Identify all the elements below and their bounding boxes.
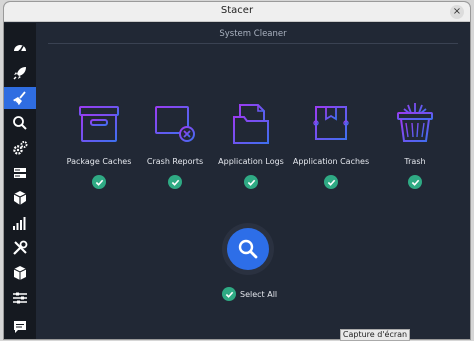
scan-button-halo [222,223,274,275]
tools-icon [13,240,28,255]
checkmark-icon [225,291,233,298]
sidebar-item-dashboard[interactable] [4,37,36,59]
window-title: Stacer [220,5,254,16]
category-checkbox[interactable] [324,175,338,189]
select-all-toggle[interactable]: Select All [222,287,277,301]
search-icon [238,239,258,259]
application-caches-icon [313,106,349,140]
category-checkbox[interactable] [168,175,182,189]
select-all-checkbox[interactable] [222,287,236,301]
checkmark-icon [327,179,335,186]
sidebar-item-processes[interactable] [4,162,36,184]
sidebar-item-startup[interactable] [4,62,36,84]
package-caches-icon [79,106,119,142]
sidebar-item-apt-repository[interactable] [4,262,36,284]
category-application-logs[interactable]: Application Logs [206,101,296,189]
category-application-caches[interactable]: Application Caches [286,101,376,189]
chat-icon [14,321,26,333]
title-bar: Stacer × [4,2,470,22]
sidebar-item-resources[interactable] [4,212,36,234]
category-label: Package Caches [66,157,132,166]
category-label: Crash Reports [146,157,204,166]
screenshot-tooltip: Capture d'écran [340,329,410,341]
category-trash[interactable]: Trash [370,101,460,189]
broom-icon [13,91,26,105]
checkmark-icon [95,179,103,186]
checkmark-icon [411,179,419,186]
close-button[interactable]: × [450,5,464,19]
sidebar-item-helpers[interactable] [4,237,36,259]
category-label: Application Logs [218,157,284,166]
checkmark-icon [247,179,255,186]
search-icon [13,116,27,130]
sidebar-item-system-cleaner[interactable] [4,87,36,109]
sidebar-item-services[interactable] [4,137,36,159]
application-logs-icon [233,104,269,144]
cube-icon [13,266,27,280]
crash-reports-icon [155,106,195,142]
trash-icon [397,103,433,142]
app-window: Stacer × System Cleaner Package Caches C… [4,2,470,339]
dashboard-icon [14,45,26,53]
sliders-icon [13,292,27,304]
chart-bars-icon [13,217,26,230]
scan-button[interactable] [227,228,269,270]
gears-icon [13,141,28,155]
select-all-label: Select All [240,289,278,299]
checkmark-icon [171,179,179,186]
box-icon [13,191,27,205]
sidebar-item-feedback[interactable] [4,316,36,338]
system-cleaner-panel: System Cleaner Package Caches Crash Repo… [36,23,470,339]
category-checkbox[interactable] [244,175,258,189]
section-title: System Cleaner [219,29,287,39]
category-checkbox[interactable] [408,175,422,189]
category-checkbox[interactable] [92,175,106,189]
sidebar [4,23,36,339]
sidebar-item-uninstaller[interactable] [4,187,36,209]
section-divider [48,43,458,44]
category-label: Application Caches [292,157,370,166]
rocket-icon [13,67,26,80]
sidebar-item-search[interactable] [4,112,36,134]
category-label: Trash [404,157,426,166]
sidebar-item-settings[interactable] [4,287,36,309]
server-icon [14,168,26,178]
